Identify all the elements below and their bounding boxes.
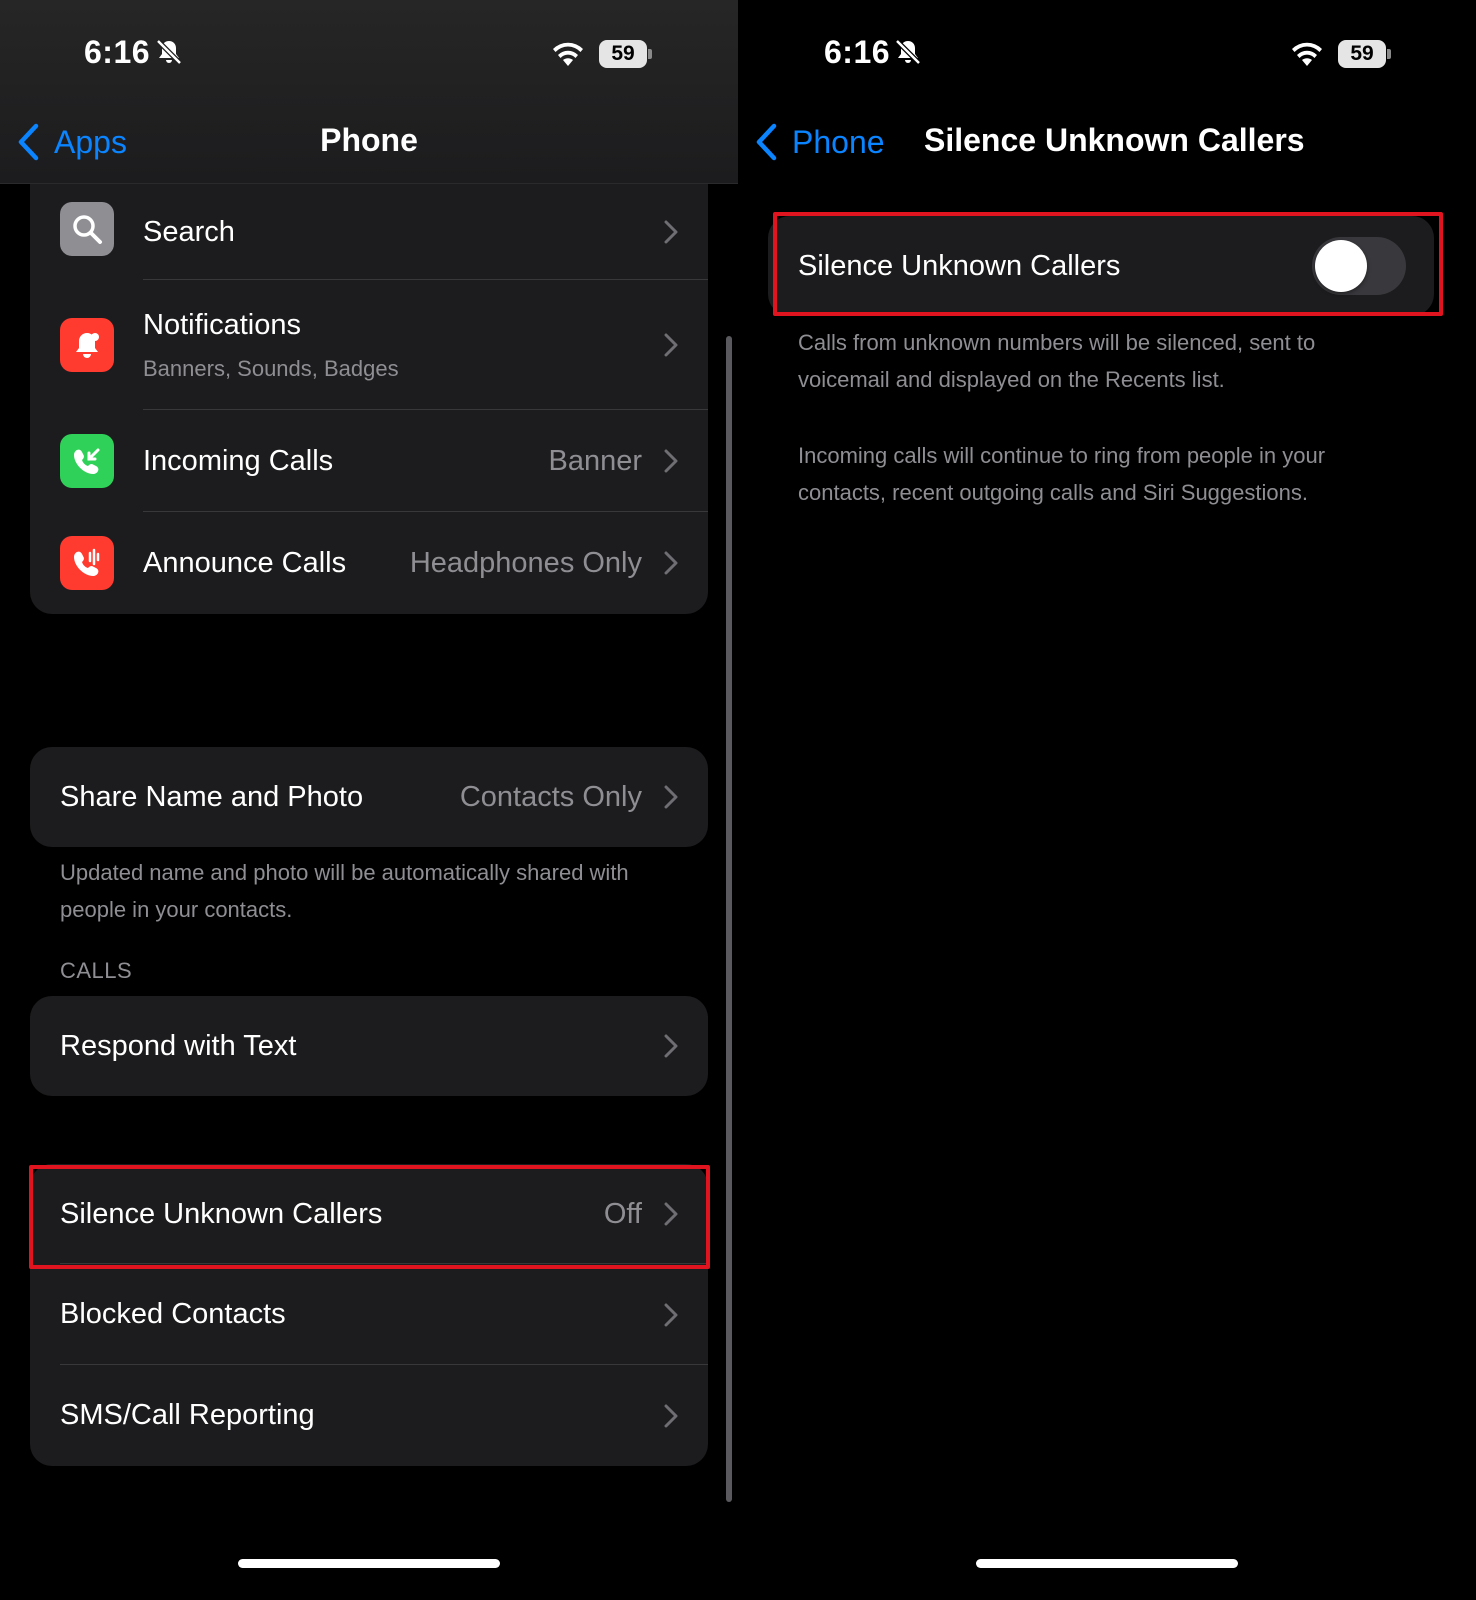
- wifi-icon: [1292, 42, 1322, 66]
- row-label: Incoming Calls: [143, 444, 334, 477]
- scrollbar[interactable]: [726, 336, 732, 1502]
- section-header-calls: CALLS: [60, 958, 133, 983]
- status-time: 6:16: [824, 34, 891, 70]
- battery-tip: [648, 49, 652, 59]
- page-title: Silence Unknown Callers: [924, 122, 1305, 158]
- row-label: Announce Calls: [143, 546, 347, 579]
- silent-bell-icon: [895, 39, 921, 65]
- silence-unknown-callers-screen: 6:16 59 Phone Silence Unknown Callers Si…: [738, 0, 1476, 1600]
- row-subtitle: Banners, Sounds, Badges: [143, 355, 399, 381]
- chevron-right-icon: [664, 333, 678, 357]
- row-label: Silence Unknown Callers: [60, 1197, 383, 1230]
- phone-settings-screen: 6:16 59 Apps Phone Search Notifications …: [0, 0, 738, 1600]
- page-title: Phone: [320, 122, 418, 158]
- chevron-left-icon: [756, 123, 777, 161]
- notification-bell-icon: [60, 318, 114, 372]
- home-indicator[interactable]: [238, 1559, 500, 1568]
- app-settings-group: Search Notifications Banners, Sounds, Ba…: [30, 184, 708, 614]
- silence-unknown-callers-row[interactable]: Silence Unknown Callers Off: [30, 1164, 708, 1264]
- respond-with-text-row[interactable]: Respond with Text: [30, 996, 708, 1096]
- row-label: Share Name and Photo: [60, 780, 364, 813]
- row-value: Headphones Only: [409, 546, 642, 579]
- announce-call-icon: [60, 536, 114, 590]
- silence-unknown-callers-toggle-row: Silence Unknown Callers: [768, 216, 1434, 316]
- home-indicator[interactable]: [976, 1559, 1238, 1568]
- footnote-ring: Incoming calls will continue to ring fro…: [798, 443, 1326, 505]
- incoming-call-icon: [60, 434, 114, 488]
- calls-group: Respond with Text: [30, 996, 708, 1096]
- search-row[interactable]: Search: [30, 184, 708, 280]
- chevron-right-icon: [664, 785, 678, 809]
- back-button[interactable]: Phone: [754, 120, 885, 164]
- toggle-knob: [1315, 240, 1367, 292]
- row-value: Contacts Only: [459, 780, 642, 813]
- row-value: Off: [603, 1197, 642, 1230]
- share-name-photo-row[interactable]: Share Name and Photo Contacts Only: [30, 747, 708, 847]
- navigation-bar: 6:16 59 Phone Silence Unknown Callers: [738, 0, 1476, 184]
- chevron-right-icon: [664, 1303, 678, 1326]
- chevron-right-icon: [664, 551, 678, 575]
- share-footnote: Updated name and photo will be automatic…: [60, 860, 629, 922]
- toggle-group: Silence Unknown Callers: [768, 216, 1434, 316]
- wifi-icon: [553, 42, 583, 66]
- back-label: Phone: [792, 123, 885, 160]
- row-label: SMS/Call Reporting: [60, 1399, 315, 1431]
- blocking-group: Silence Unknown Callers Off Blocked Cont…: [30, 1164, 708, 1466]
- search-icon: [60, 202, 114, 256]
- incoming-calls-row[interactable]: Incoming Calls Banner: [30, 410, 708, 512]
- chevron-right-icon: [664, 1034, 678, 1058]
- row-label: Silence Unknown Callers: [798, 249, 1121, 282]
- battery-indicator: 59: [1338, 40, 1386, 68]
- chevron-right-icon: [664, 1202, 678, 1226]
- blocked-contacts-row[interactable]: Blocked Contacts: [30, 1264, 708, 1365]
- battery-indicator: 59: [599, 40, 647, 68]
- share-group: Share Name and Photo Contacts Only: [30, 747, 708, 847]
- chevron-right-icon: [664, 1404, 678, 1427]
- chevron-right-icon: [664, 449, 678, 473]
- silent-bell-icon: [156, 39, 182, 65]
- silence-unknown-callers-toggle[interactable]: [1312, 237, 1406, 295]
- notifications-row[interactable]: Notifications Banners, Sounds, Badges: [30, 280, 708, 410]
- chevron-right-icon: [664, 220, 678, 244]
- announce-calls-row[interactable]: Announce Calls Headphones Only: [30, 512, 708, 614]
- row-label: Search: [143, 215, 235, 248]
- row-label: Respond with Text: [60, 1029, 297, 1062]
- status-time: 6:16: [84, 34, 151, 70]
- row-label: Blocked Contacts: [60, 1298, 286, 1330]
- footnote-silenced: Calls from unknown numbers will be silen…: [798, 330, 1316, 392]
- battery-tip: [1387, 49, 1391, 59]
- row-value: Banner: [548, 444, 642, 477]
- sms-call-reporting-row[interactable]: SMS/Call Reporting: [30, 1365, 708, 1466]
- row-label: Notifications: [143, 308, 301, 341]
- navigation-bar: 6:16 59 Apps Phone: [0, 0, 738, 184]
